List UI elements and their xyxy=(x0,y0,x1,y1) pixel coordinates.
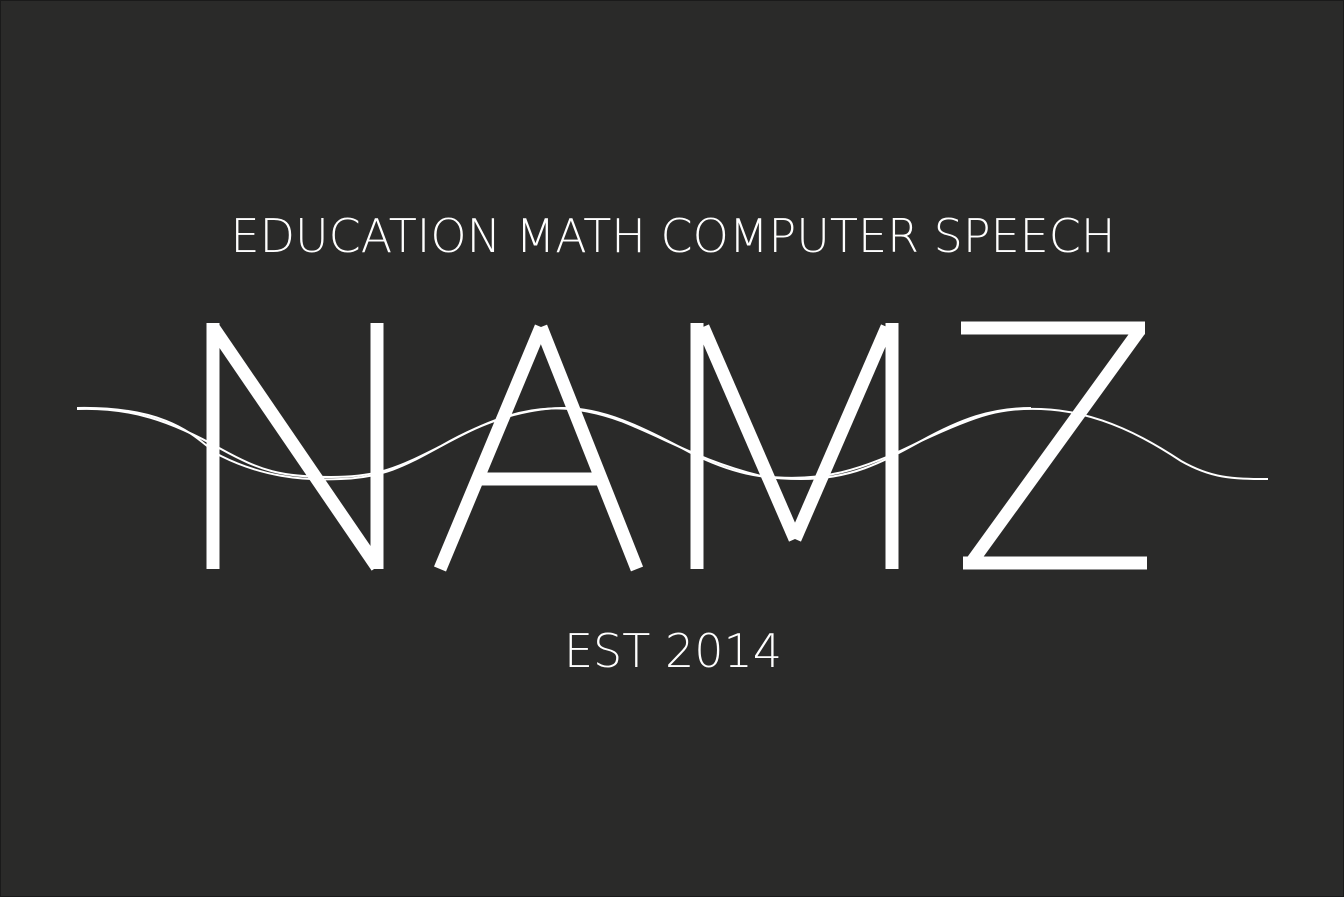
letter-m xyxy=(690,323,899,569)
letter-a xyxy=(434,324,644,572)
wave-lines xyxy=(76,406,1269,481)
letter-z xyxy=(961,321,1147,570)
established-text: EST 2014 xyxy=(563,624,783,678)
logo-canvas: EDUCATION MATH COMPUTER SPEECH EST 2014 xyxy=(0,0,1344,897)
letter-n xyxy=(206,323,384,571)
namz-logo xyxy=(76,321,1269,572)
